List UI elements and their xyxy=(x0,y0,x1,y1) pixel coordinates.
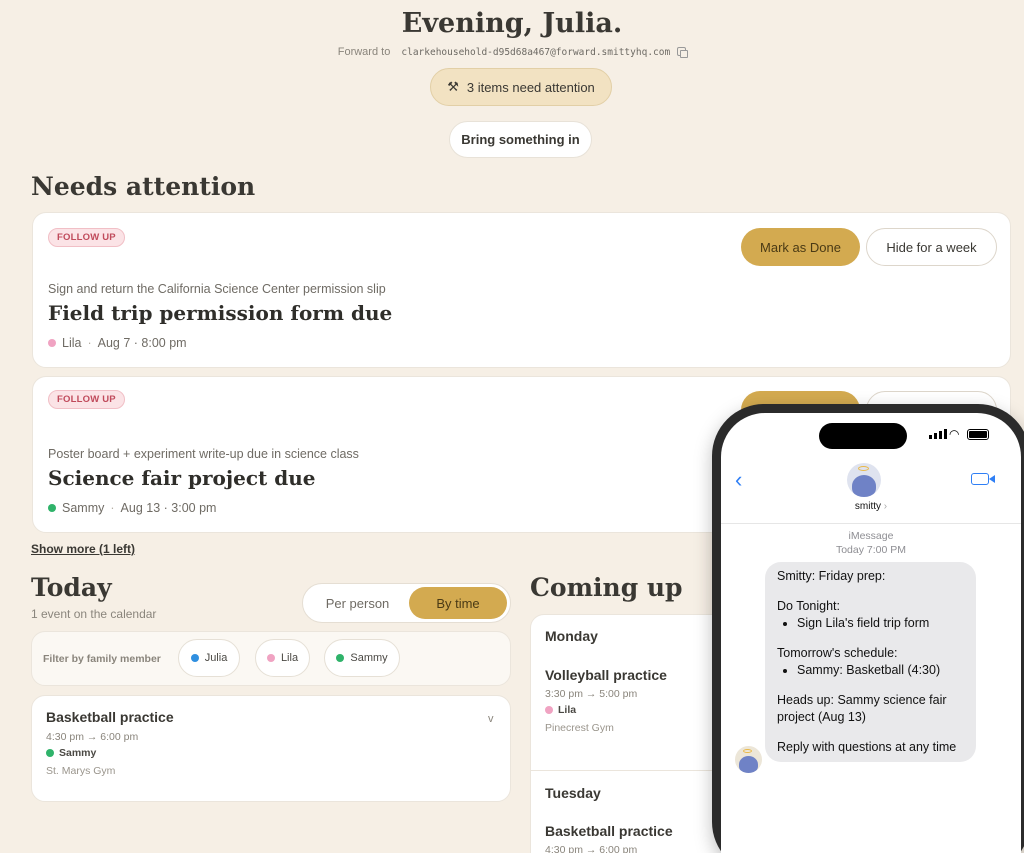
dynamic-island xyxy=(819,423,907,449)
signal-icon xyxy=(929,429,947,439)
needs-attention-title: Needs attention xyxy=(31,172,256,201)
today-title: Today xyxy=(31,573,112,602)
event-person: Lila xyxy=(545,704,576,716)
service-label: iMessage xyxy=(848,530,894,542)
day-heading: Tuesday xyxy=(545,785,601,801)
sender-avatar xyxy=(735,746,762,773)
video-call-icon-lens xyxy=(989,475,995,483)
item-person: Lila xyxy=(62,336,82,350)
message-list-item: Sammy: Basketball (4:30) xyxy=(797,662,964,680)
forward-address-row: Forward to clarkehousehold-d95d68a467@fo… xyxy=(0,46,1024,58)
hide-for-a-week-button[interactable]: Hide for a week xyxy=(866,228,997,266)
item-meta: Lila · Aug 7 · 8:00 pm xyxy=(48,336,187,350)
tools-icon: ⚒ xyxy=(447,79,459,94)
today-event-card[interactable]: Basketball practice v 4:30 pm → 6:00 pm … xyxy=(31,695,511,802)
filter-chip-lila[interactable]: Lila xyxy=(255,639,310,677)
back-chevron-icon[interactable]: ‹ xyxy=(735,469,742,491)
item-title: Science fair project due xyxy=(48,466,316,490)
person-color-dot xyxy=(266,654,275,662)
item-when: Aug 13 · 3:00 pm xyxy=(120,501,217,515)
event-time: 3:30 pm → 5:00 pm xyxy=(545,688,638,700)
event-person-name: Lila xyxy=(558,704,577,716)
forward-address[interactable]: clarkehousehold-d95d68a467@forward.smitt… xyxy=(401,47,670,58)
person-color-dot xyxy=(46,749,54,757)
attention-card: FOLLOW UP Mark as Done Hide for a week S… xyxy=(32,212,1011,368)
message-timestamp: Today 7:00 PM xyxy=(835,544,907,556)
event-title: Basketball practice xyxy=(46,709,174,725)
attention-badge[interactable]: ⚒ 3 items need attention xyxy=(430,68,612,106)
by-time-tab[interactable]: By time xyxy=(408,587,507,619)
person-color-dot xyxy=(545,706,553,714)
divider xyxy=(531,770,731,771)
copy-icon[interactable] xyxy=(677,47,689,58)
person-color-dot xyxy=(190,654,199,662)
filter-chip-sammy[interactable]: Sammy xyxy=(324,639,400,677)
battery-icon xyxy=(967,429,989,440)
chip-label: Sammy xyxy=(350,652,388,664)
chip-label: Julia xyxy=(204,652,228,664)
message-line: Do Tonight: xyxy=(777,598,841,613)
event-title[interactable]: Basketball practice xyxy=(545,823,673,839)
chevron-down-icon[interactable]: v xyxy=(488,713,494,725)
person-color-dot xyxy=(336,654,345,662)
event-time: 4:30 pm → 6:00 pm xyxy=(545,844,638,853)
family-filter-bar: Filter by family member Julia Lila Sammy xyxy=(31,631,511,686)
show-more-link[interactable]: Show more (1 left) xyxy=(31,542,135,556)
video-call-icon[interactable] xyxy=(971,473,989,485)
contact-name-label: smitty xyxy=(854,501,881,512)
view-toggle: Per person By time xyxy=(302,583,511,623)
per-person-tab[interactable]: Per person xyxy=(306,587,409,619)
day-heading: Monday xyxy=(545,628,598,644)
event-location: Pinecrest Gym xyxy=(545,722,614,734)
message-line: Reply with questions at any time xyxy=(777,739,957,754)
avatar[interactable] xyxy=(847,463,881,497)
message-line: Heads up: Sammy science fair project (Au… xyxy=(777,692,947,725)
message-line: Smitty: Friday prep: xyxy=(777,569,886,583)
today-subtitle: 1 event on the calendar xyxy=(31,607,157,621)
item-person: Sammy xyxy=(62,501,105,515)
message-bubble[interactable]: Smitty: Friday prep: Do Tonight: Sign Li… xyxy=(765,562,976,762)
item-meta: Sammy · Aug 13 · 3:00 pm xyxy=(48,501,216,515)
item-subtitle: Poster board + experiment write-up due i… xyxy=(48,447,359,461)
event-person-name: Sammy xyxy=(59,747,97,759)
event-person: Sammy xyxy=(46,747,96,759)
follow-up-tag: FOLLOW UP xyxy=(48,228,125,247)
item-when: Aug 7 · 8:00 pm xyxy=(97,336,187,350)
person-color-dot xyxy=(48,339,56,347)
bring-something-in-button[interactable]: Bring something in xyxy=(449,121,592,158)
phone-screen: ◠ ‹ smitty › iMessage Today 7:00 PM Smit… xyxy=(721,413,1021,853)
event-location: St. Marys Gym xyxy=(46,765,116,777)
filter-chip-julia[interactable]: Julia xyxy=(178,639,240,677)
header-divider xyxy=(721,523,1021,524)
attention-badge-label: 3 items need attention xyxy=(466,79,595,95)
person-color-dot xyxy=(48,504,56,512)
wifi-icon: ◠ xyxy=(949,427,960,441)
contact-name[interactable]: smitty › xyxy=(721,501,1021,512)
greeting-title: Evening, Julia. xyxy=(401,8,623,39)
event-time: 4:30 pm → 6:00 pm xyxy=(46,731,139,743)
mark-as-done-button[interactable]: Mark as Done xyxy=(741,228,860,266)
coming-up-list: Monday Volleyball practice 3:30 pm → 5:0… xyxy=(530,614,731,853)
follow-up-tag: FOLLOW UP xyxy=(48,390,125,409)
coming-up-title: Coming up xyxy=(530,573,683,602)
item-subtitle: Sign and return the California Science C… xyxy=(48,282,386,296)
filter-label: Filter by family member xyxy=(43,653,161,665)
event-title[interactable]: Volleyball practice xyxy=(545,667,667,683)
chip-label: Lila xyxy=(280,652,299,664)
forward-label: Forward to xyxy=(337,46,391,58)
item-title: Field trip permission form due xyxy=(48,301,393,325)
message-list-item: Sign Lila's field trip form xyxy=(797,615,964,633)
phone-mockup: ◠ ‹ smitty › iMessage Today 7:00 PM Smit… xyxy=(712,404,1024,853)
message-line: Tomorrow's schedule: xyxy=(777,645,898,660)
